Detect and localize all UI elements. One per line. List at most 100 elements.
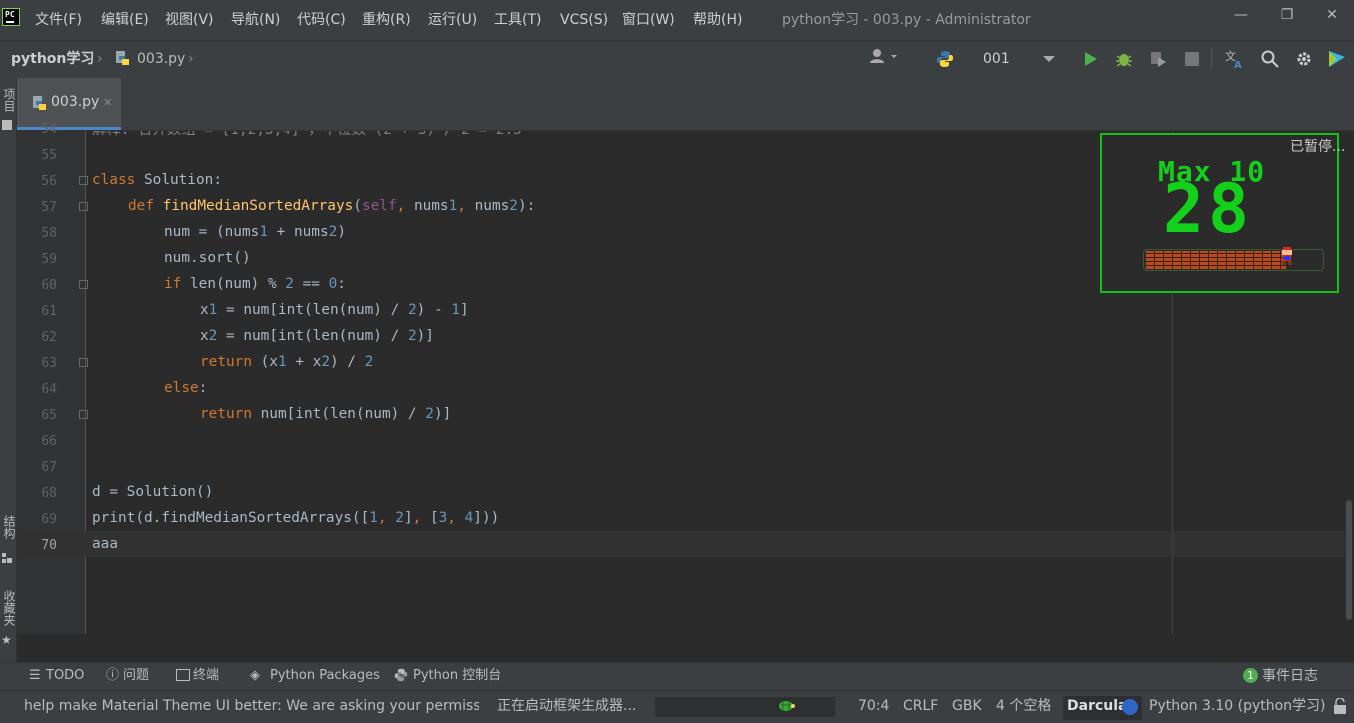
line-number: 70	[41, 538, 57, 553]
editor-tab-bar	[17, 78, 1354, 131]
tab-label: 003.py	[51, 94, 100, 110]
background-task-label[interactable]: 正在启动框架生成器...	[497, 690, 636, 723]
structure-icon	[2, 548, 12, 563]
menu-view[interactable]: 视图(V)	[165, 0, 214, 40]
breadcrumb-file[interactable]: 003.py	[137, 40, 185, 78]
line-number: 54	[41, 122, 57, 137]
pycharm-logo-icon: PC	[2, 8, 20, 26]
fold-marker-icon[interactable]	[79, 410, 88, 419]
status-message[interactable]: help make Material Theme UI better: We a…	[24, 690, 479, 723]
info-icon: ⓘ	[106, 668, 120, 683]
search-icon[interactable]	[1259, 40, 1281, 78]
caret-position[interactable]: 70:4	[858, 690, 889, 723]
line-number: 63	[41, 356, 57, 371]
theme-name: Darcula	[1067, 698, 1128, 714]
gear-icon[interactable]	[1293, 40, 1315, 78]
python-icon	[394, 667, 408, 682]
scrollbar-thumb[interactable]	[1346, 500, 1352, 620]
run-icon[interactable]	[1079, 40, 1101, 78]
favorites-tool-window-tab[interactable]: 收藏夹	[1, 590, 18, 626]
theme-color-icon	[1122, 699, 1138, 715]
menu-window[interactable]: 窗口(W)	[622, 0, 675, 40]
line-number: 64	[41, 382, 57, 397]
menu-code[interactable]: 代码(C)	[297, 0, 346, 40]
code-line: x1 = num[int(len(num) / 2) - 1]	[200, 302, 469, 318]
run-configuration-select[interactable]: 001	[983, 40, 1010, 78]
terminal-icon	[176, 669, 190, 681]
line-number: 59	[41, 252, 57, 267]
mario-sprite-icon	[1281, 247, 1293, 265]
fold-marker-icon[interactable]	[79, 358, 88, 367]
project-tool-window-tab[interactable]: 项目	[1, 88, 18, 112]
line-number: 61	[41, 304, 57, 319]
menu-refactor[interactable]: 重构(R)	[362, 0, 411, 40]
breadcrumb-project[interactable]: python学习	[11, 40, 94, 78]
svg-text:A: A	[1234, 60, 1242, 69]
indent-setting[interactable]: 4 个空格	[996, 690, 1051, 723]
turtle-icon	[777, 698, 795, 712]
folder-icon	[2, 120, 12, 130]
list-icon: ☰	[29, 668, 41, 683]
file-encoding[interactable]: GBK	[952, 690, 982, 723]
star-icon: ★	[1, 633, 12, 647]
close-window-button[interactable]: ✕	[1310, 0, 1354, 30]
line-number: 58	[41, 226, 57, 241]
python-packages-tool-button[interactable]: Python Packages	[270, 662, 380, 690]
code-line: print(d.findMedianSortedArrays([1, 2], […	[92, 510, 500, 526]
plugin-icon[interactable]	[1326, 40, 1348, 78]
code-line-comment: 解释: 合并数组 = [1,2,3,4] ，中位数 (2 + 3) / 2 = …	[92, 131, 522, 139]
menu-edit[interactable]: 编辑(E)	[101, 0, 149, 40]
chevron-down-icon[interactable]	[1043, 56, 1055, 62]
code-line: num = (nums1 + nums2)	[164, 224, 346, 240]
toolbar-divider	[1211, 48, 1212, 68]
structure-tool-window-tab[interactable]: 结构	[1, 515, 18, 539]
menu-navigate[interactable]: 导航(N)	[231, 0, 280, 40]
menu-run[interactable]: 运行(U)	[428, 0, 477, 40]
code-line: d = Solution()	[92, 484, 214, 500]
window-title: python学习 - 003.py - Administrator	[782, 12, 1031, 28]
code-line: x2 = num[int(len(num) / 2)]	[200, 328, 434, 344]
menu-help[interactable]: 帮助(H)	[693, 0, 742, 40]
task-progress-bar[interactable]	[655, 697, 835, 717]
line-number: 68	[41, 486, 57, 501]
lock-icon[interactable]	[1333, 697, 1347, 714]
fold-marker-icon[interactable]	[79, 202, 88, 211]
event-log-tool-button[interactable]: 事件日志	[1262, 662, 1318, 690]
menu-tools[interactable]: 工具(T)	[494, 0, 541, 40]
line-separator[interactable]: CRLF	[903, 690, 938, 723]
code-line: return num[int(len(num) / 2)]	[200, 406, 452, 422]
line-number: 66	[41, 434, 57, 449]
line-number: 67	[41, 460, 57, 475]
line-number: 60	[41, 278, 57, 293]
current-line-highlight	[17, 531, 1345, 557]
menu-file[interactable]: 文件(F)	[35, 0, 82, 40]
terminal-tool-button[interactable]: 终端	[193, 662, 219, 690]
fold-marker-icon[interactable]	[79, 176, 88, 185]
menu-vcs[interactable]: VCS(S)	[560, 0, 608, 40]
code-line: def findMedianSortedArrays(self, nums1, …	[128, 198, 536, 214]
python-icon	[934, 40, 956, 78]
stop-icon[interactable]	[1181, 40, 1203, 78]
code-line: else:	[164, 380, 208, 396]
line-number: 69	[41, 512, 57, 527]
minimize-button[interactable]: —	[1219, 0, 1263, 30]
event-log-badge: 1	[1243, 668, 1258, 683]
python-console-tool-button[interactable]: Python 控制台	[413, 662, 501, 690]
line-number: 55	[41, 148, 57, 163]
restore-button[interactable]: ❐	[1265, 0, 1309, 30]
todo-tool-button[interactable]: TODO	[46, 662, 84, 690]
coverage-icon[interactable]	[1147, 40, 1169, 78]
close-icon[interactable]: ✕	[103, 96, 112, 109]
current-score: 28	[1163, 170, 1253, 249]
translate-icon[interactable]: 文A	[1224, 40, 1246, 78]
debug-icon[interactable]	[1113, 40, 1135, 78]
user-icon[interactable]	[866, 40, 902, 78]
python-file-icon	[31, 95, 47, 111]
code-line: aaa	[92, 536, 118, 552]
breadcrumb-separator: ›	[188, 51, 194, 67]
code-line: if len(num) % 2 == 0:	[164, 276, 346, 292]
fold-marker-icon[interactable]	[79, 280, 88, 289]
python-interpreter[interactable]: Python 3.10 (python学习)	[1149, 690, 1326, 723]
breadcrumb-separator: ›	[97, 51, 103, 67]
problems-tool-button[interactable]: 问题	[123, 662, 149, 690]
